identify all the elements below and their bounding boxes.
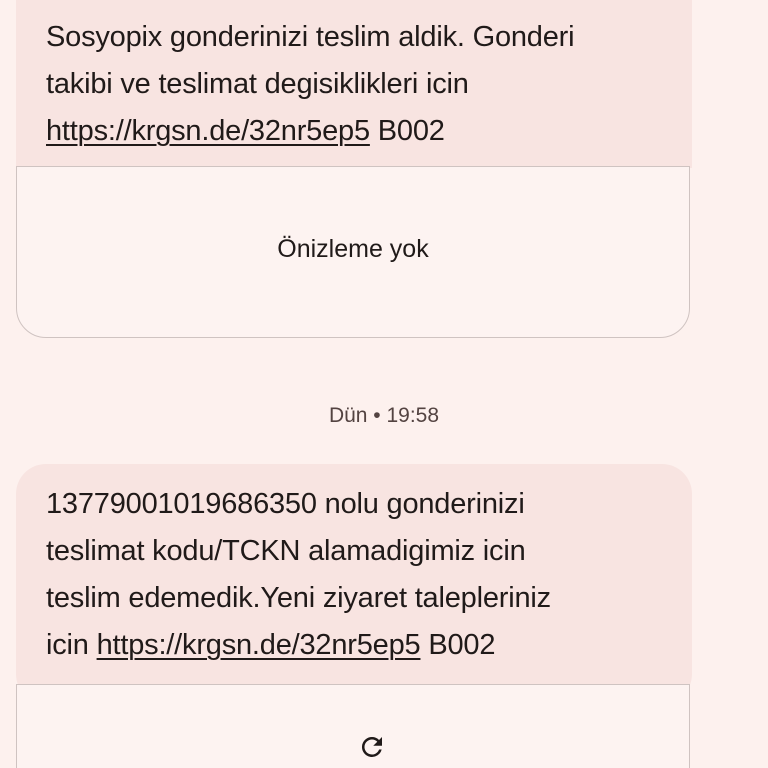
message-text: Sosyopix gonderinizi teslim aldik. Gonde… xyxy=(46,14,668,155)
message-line: teslim edemedik.Yeni ziyaret taleplerini… xyxy=(46,582,551,614)
link-preview-card[interactable] xyxy=(16,684,690,768)
message-line: teslimat kodu/TCKN alamadigimiz icin xyxy=(46,535,526,567)
message-timestamp: Dün • 19:58 xyxy=(328,404,440,427)
message-text: 13779001019686350 nolu gonderinizi tesli… xyxy=(46,481,668,669)
message-line: takibi ve teslimat degisiklikleri icin xyxy=(46,68,469,100)
message-line: Sosyopix gonderinizi teslim aldik. Gonde… xyxy=(46,21,575,53)
message-link[interactable]: https://krgsn.de/32nr5ep5 xyxy=(97,629,421,661)
conversation-screen: Sosyopix gonderinizi teslim aldik. Gonde… xyxy=(0,0,768,768)
message-suffix: B002 xyxy=(369,115,445,147)
message-line: 13779001019686350 nolu gonderinizi xyxy=(46,488,525,520)
preview-unavailable-label: Önizleme yok xyxy=(277,235,429,263)
message-prefix: icin xyxy=(46,629,97,661)
link-preview-card[interactable]: Önizleme yok xyxy=(16,166,690,338)
message-bubble[interactable]: Sosyopix gonderinizi teslim aldik. Gonde… xyxy=(16,0,692,168)
refresh-icon[interactable] xyxy=(357,732,387,762)
message-line: https://krgsn.de/32nr5ep5 B002 xyxy=(46,108,668,155)
message-bubble[interactable]: 13779001019686350 nolu gonderinizi tesli… xyxy=(16,464,692,704)
message-suffix: B002 xyxy=(420,629,496,661)
message-link[interactable]: https://krgsn.de/32nr5ep5 xyxy=(46,115,370,147)
message-line: icin https://krgsn.de/32nr5ep5 B002 xyxy=(46,622,668,669)
